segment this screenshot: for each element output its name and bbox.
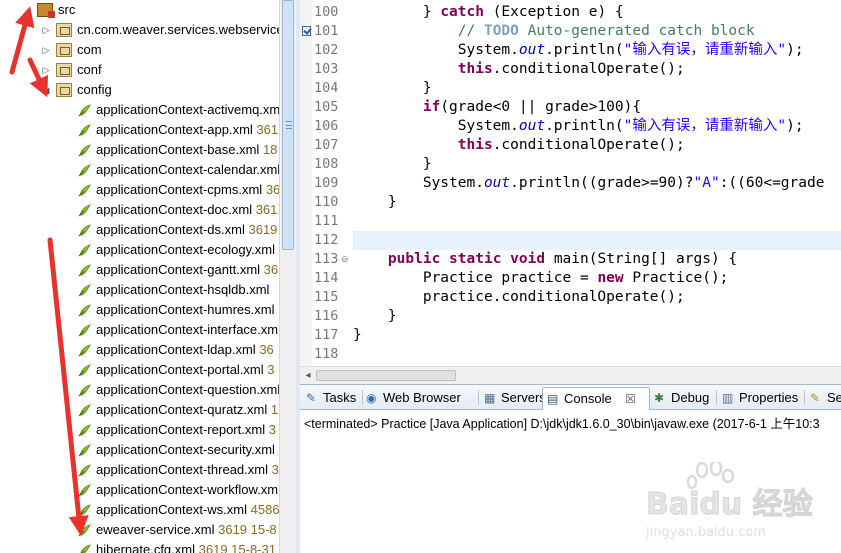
code-line[interactable]: System.out.println("输入有误，请重新输入"); [353,41,804,60]
tab-separator [804,390,805,405]
search-icon: ✎ [810,391,821,405]
console-status-line: <terminated> Practice [Java Application]… [304,417,820,431]
line-number: 109 [314,175,339,191]
code-line[interactable]: } [353,79,432,98]
current-line-highlight [353,231,841,250]
svg-text:Baidu 经验: Baidu 经验 [646,487,813,522]
line-number: 111 [314,213,339,229]
code-line[interactable]: System.out.println("输入有误，请重新输入"); [353,117,804,136]
line-number: 116 [314,308,339,324]
code-line[interactable]: System.out.println((grade>=90)?"A":((60<… [353,174,825,193]
line-number: 114 [314,270,339,286]
line-number: 100 [314,4,339,20]
scrollbar-thumb[interactable] [316,370,456,381]
tab-servers[interactable]: ▦ Servers [480,387,546,409]
tab-label: Servers [501,390,546,405]
tab-label: Console [564,391,612,406]
baidu-jingyan-watermark: Baidu 经验 jingyan.baidu.com [644,459,834,542]
code-line[interactable]: this.conditionalOperate(); [353,60,685,79]
code-line[interactable]: } [353,155,432,174]
code-line[interactable]: this.conditionalOperate(); [353,136,685,155]
code-line[interactable]: } [353,193,397,212]
line-number: 112 [314,232,339,248]
code-line[interactable]: } [353,326,362,345]
tab-label: Tasks [323,390,357,405]
code-line[interactable]: if(grade<0 || grade>100){ [353,98,641,117]
tab-tasks[interactable]: ✎ Tasks [302,387,362,409]
line-number: 108 [314,156,339,172]
code-line[interactable]: // TODO Auto-generated catch block [353,22,755,41]
tab-separator [716,390,717,405]
close-tab-icon[interactable]: ☒ [625,388,636,410]
properties-icon: ▥ [722,391,734,405]
servers-icon: ▦ [484,391,496,405]
code-line[interactable]: public static void main(String[] args) { [353,250,737,269]
line-number: 101 [314,23,339,39]
view-tabs: ✎ Tasks ◉ Web Browser ▦ Servers ▤ Console ☒ ✱ Debu… [300,385,841,410]
red-arrow-to-config [27,57,48,98]
code-line[interactable]: } catch (Exception e) { [353,3,624,22]
tab-console[interactable]: ▤ Console ☒ [542,387,650,410]
tab-separator [478,390,479,405]
fold-toggle-icon[interactable]: ⊖ [341,250,349,269]
code-line[interactable]: } [353,307,397,326]
tab-label: Se [827,390,841,405]
line-number: 105 [314,99,339,115]
tab-label: Debug [671,390,710,405]
line-number: 117 [314,327,339,343]
code-line[interactable]: Practice practice = new Practice(); [353,269,729,288]
console-icon: ▤ [547,392,559,406]
tab-debug[interactable]: ✱ Debug [650,387,716,409]
annotation-arrows [9,6,89,536]
tasks-icon: ✎ [306,391,317,405]
line-number: 118 [314,346,339,362]
tab-properties[interactable]: ▥ Properties [718,387,804,409]
annotation-ruler [300,0,312,366]
task-marker-icon [302,26,311,36]
line-number: 102 [314,42,339,58]
tab-label: Properties [739,390,799,405]
baidu-paw-logo: Baidu 经验 jingyan.baidu.com [645,459,813,540]
line-number: 103 [314,61,339,77]
line-number: 107 [314,137,339,153]
red-arrow-to-eweaver-service [47,237,89,536]
scroll-left-arrow-icon[interactable]: ◂ [300,367,316,384]
tab-se[interactable]: ✎ Se [806,387,841,409]
editor-horizontal-scrollbar[interactable]: ◂ [300,366,841,384]
line-number: 115 [314,289,339,305]
line-number: 113 [314,251,339,267]
line-number: 110 [314,194,339,210]
red-arrow-to-src [9,6,35,75]
java-code-editor[interactable]: 100 } catch (Exception e) { 101 // TODO A… [300,0,841,366]
line-number: 104 [314,80,339,96]
line-number: 106 [314,118,339,134]
bug-icon: ✱ [654,391,665,405]
code-line[interactable]: practice.conditionalOperate(); [353,288,685,307]
svg-text:jingyan.baidu.com: jingyan.baidu.com [645,525,766,540]
tab-web-browser[interactable]: ◉ Web Browser [362,387,478,409]
tab-label: Web Browser [383,390,461,405]
globe-icon: ◉ [366,391,377,405]
